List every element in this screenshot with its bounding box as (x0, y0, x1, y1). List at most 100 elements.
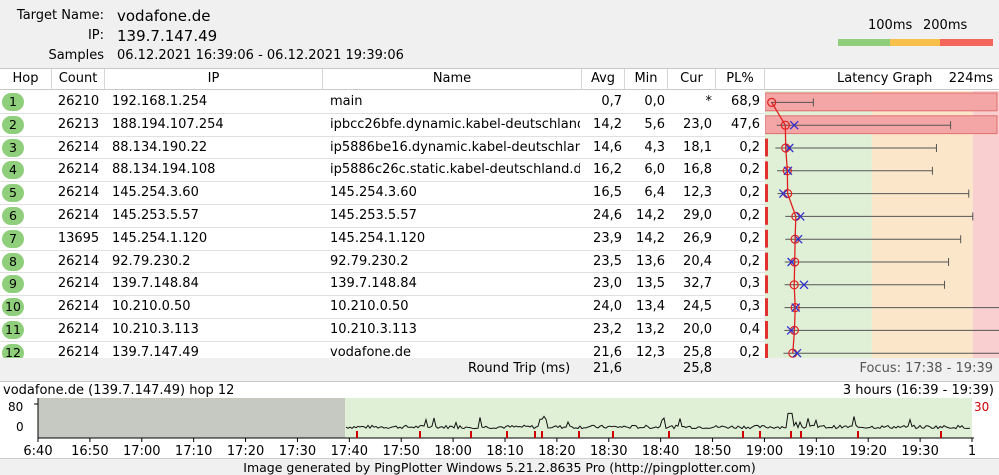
hop-number: 4 (2, 161, 24, 180)
hop-ip: 188.194.107.254 (112, 116, 224, 132)
roundtrip-cur: 25,8 (683, 361, 712, 376)
summary-header: Target Name: vodafone.de IP: 139.7.147.4… (0, 0, 999, 83)
timeline-tick-label: 18:00 (434, 444, 471, 459)
hop-cur: 26,9 (683, 230, 712, 246)
hop-count: 26214 (57, 139, 100, 155)
target-row: Target Name: vodafone.de (0, 6, 999, 26)
hop-name: ip5886c26c.static.kabel-deutschland.de (330, 162, 580, 178)
hop-name: ipbcc26bfe.dynamic.kabel-deutschland. (330, 116, 580, 132)
timeline-panel[interactable]: vodafone.de (139.7.147.49) hop 12 3 hour… (0, 381, 999, 459)
hop-avg: 14,6 (593, 139, 622, 155)
timeline-tick-label: 18:20 (538, 444, 575, 459)
packet-loss-spike (534, 431, 536, 438)
hop-ip: 145.253.5.57 (112, 208, 199, 223)
hop-name: main (330, 94, 363, 109)
roundtrip-label: Round Trip (ms) (468, 361, 571, 376)
hop-number: 7 (2, 229, 24, 248)
legend-200ms: 200ms (923, 18, 968, 33)
packet-loss-marker (765, 343, 768, 359)
packet-loss-spike (470, 431, 472, 438)
hop-cur: 20,0 (683, 322, 712, 337)
hop-avg: 16,2 (593, 162, 622, 178)
hop-count: 26214 (57, 276, 100, 292)
col-min[interactable]: Min (625, 69, 668, 90)
hop-min: 14,2 (636, 208, 665, 223)
hop-min: 0,0 (644, 94, 665, 109)
packet-loss-spike (506, 431, 508, 438)
hop-avg: 24,0 (593, 299, 622, 315)
packet-loss-marker (765, 321, 768, 339)
hop-name: 10.210.0.50 (330, 299, 409, 315)
hop-pl: 0,2 (739, 162, 760, 178)
hop-pl: 0,2 (739, 208, 760, 223)
hop-pl: 0,3 (739, 299, 760, 315)
packet-loss-spike (356, 431, 358, 438)
hop-ip: 88.134.194.108 (112, 162, 216, 178)
timeline-tick-label: 6:40 (23, 444, 52, 459)
packet-loss-marker (765, 252, 768, 271)
timeline-tick-label: 19:10 (798, 444, 835, 459)
hop-cur: 20,4 (683, 253, 712, 269)
hop-cur: 18,1 (683, 139, 712, 155)
timeline-tick-label: 18:30 (590, 444, 627, 459)
hop-min: 13,4 (636, 299, 665, 315)
col-pl[interactable]: PL% (716, 69, 765, 90)
packet-loss-marker (765, 298, 768, 316)
hop-ip: 10.210.0.50 (112, 299, 191, 315)
col-hop[interactable]: Hop (0, 69, 52, 90)
hop-ip: 192.168.1.254 (112, 94, 208, 109)
col-cur[interactable]: Cur (668, 69, 716, 90)
timeline-tick-label: 19:00 (746, 444, 783, 459)
timeline-tick-label: 19:20 (849, 444, 886, 459)
timeline-chart[interactable]: 6:40 16:50 17:00 17:10 17:20 17:30 17:40 17:50 1… (0, 398, 999, 460)
target-label: Target Name: (16, 8, 104, 23)
packet-loss-spike (940, 431, 942, 438)
packet-loss-marker (765, 229, 768, 248)
col-name[interactable]: Name (323, 69, 582, 90)
hop-count: 13695 (57, 230, 100, 246)
hop-avg: 14,2 (593, 116, 622, 132)
hop-pl: 0,2 (739, 253, 760, 269)
hop-avg: 23,2 (593, 322, 622, 337)
hop-number: 6 (2, 207, 24, 225)
hop-pl: 0,2 (739, 139, 760, 155)
col-latency-graph[interactable]: Latency Graph 224ms (765, 69, 999, 90)
packet-loss-marker (765, 138, 768, 157)
legend-red-bar (940, 39, 993, 46)
ip-label: IP: (87, 28, 104, 43)
timeline-title: vodafone.de (139.7.147.49) hop 12 (3, 383, 235, 398)
hop-number: 3 (2, 138, 24, 157)
hop-number: 1 (2, 93, 24, 111)
hop-cur: 23,0 (683, 116, 712, 132)
hop-pl: 0,3 (739, 276, 760, 292)
col-ip[interactable]: IP (105, 69, 323, 90)
hop-min: 13,6 (636, 253, 665, 269)
trace-table[interactable]: Hop Count IP Name Avg Min Cur PL% Latenc… (0, 68, 999, 365)
hop-avg: 23,0 (593, 276, 622, 292)
hop-ip: 92.79.230.2 (112, 253, 191, 269)
hop-name: 145.254.3.60 (330, 185, 417, 201)
timeline-unfocused (38, 398, 345, 438)
hop-count: 26213 (57, 116, 100, 132)
hop-name: 145.253.5.57 (330, 208, 417, 223)
hop-min: 6,0 (644, 162, 665, 178)
samples-row: Samples Timed: 06.12.2021 16:39:06 - 06.… (0, 46, 999, 83)
timeline-tick-label: 17:00 (123, 444, 160, 459)
packet-loss-spike (668, 431, 670, 438)
col-count[interactable]: Count (52, 69, 105, 90)
hop-avg: 16,5 (593, 185, 622, 201)
hop-avg: 23,9 (593, 230, 622, 246)
hop-cur: 16,8 (683, 162, 712, 178)
hop-cur: 24,5 (683, 299, 712, 315)
hop-name: 145.254.1.120 (330, 230, 426, 246)
hop-min: 4,3 (644, 139, 665, 155)
hop-ip: 145.254.1.120 (112, 230, 208, 246)
hop-ip: 139.7.148.84 (112, 276, 199, 292)
hop-count: 26210 (57, 94, 100, 109)
hop-count: 26214 (57, 322, 100, 337)
packet-loss-marker (765, 275, 768, 294)
hop-min: 13,5 (636, 276, 665, 292)
col-avg[interactable]: Avg (582, 69, 625, 90)
hop-avg: 23,5 (593, 253, 622, 269)
packet-loss-spike (578, 431, 580, 438)
